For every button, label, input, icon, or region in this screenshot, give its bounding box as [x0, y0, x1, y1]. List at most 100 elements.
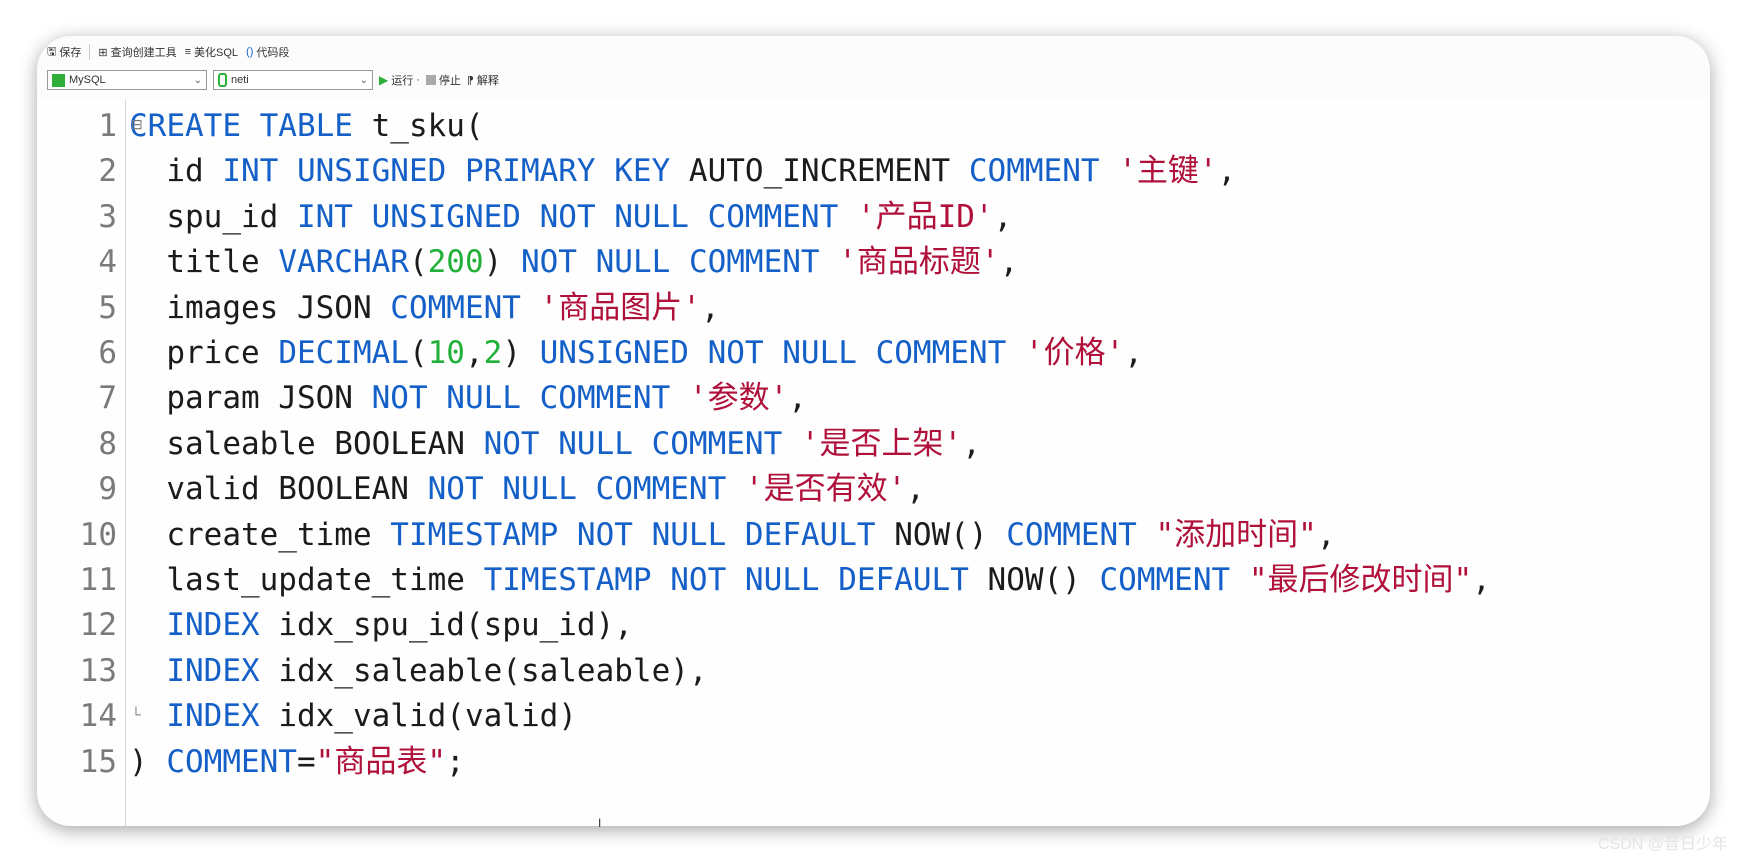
keyword-token: TIMESTAMP NOT NULL DEFAULT — [483, 562, 988, 598]
number-token: 10 — [427, 335, 465, 371]
line-number: 5 — [98, 289, 117, 326]
number-token: 2 — [483, 335, 503, 371]
code-line[interactable]: 14 INDEX idx_valid(valid) — [37, 694, 577, 739]
code-line[interactable]: 8 saleable BOOLEAN NOT NULL COMMENT '是否上… — [37, 422, 981, 467]
identifier-token: NOW() — [894, 516, 1007, 553]
identifier-token: title — [129, 244, 279, 281]
identifier-token: , — [1217, 153, 1237, 190]
save-icon: 🖫 — [47, 45, 57, 58]
string-token: '商品图片' — [539, 289, 701, 326]
run-label: 运行 — [391, 75, 414, 87]
identifier-token: , — [788, 380, 807, 417]
connection-select[interactable]: MySQL ⌄ — [47, 70, 207, 90]
string-token: '是否有效' — [744, 471, 907, 508]
line-number: 12 — [79, 607, 117, 644]
line-number: 6 — [98, 335, 117, 371]
save-label: 保存 — [59, 47, 82, 59]
line-number: 7 — [98, 380, 117, 417]
identifier-token — [129, 607, 166, 643]
code-line[interactable]: 15) COMMENT="商品表"; — [37, 740, 465, 785]
keyword-token: DECIMAL — [278, 335, 409, 371]
code-line[interactable]: 10 create_time TIMESTAMP NOT NULL DEFAUL… — [37, 513, 1336, 558]
code-line[interactable]: 12 INDEX idx_spu_id(spu_id), — [37, 603, 633, 648]
keyword-token: NOT NULL COMMENT — [520, 244, 839, 281]
line-number: 3 — [98, 198, 117, 235]
beautify-icon: ≡ — [184, 46, 192, 58]
query-builder-label: 查询创建工具 — [110, 47, 177, 59]
fold-toggle-icon[interactable]: ⊟ — [131, 116, 143, 133]
line-number: 2 — [98, 153, 117, 190]
code-line[interactable]: 5 images JSON COMMENT '商品图片', — [37, 286, 720, 331]
connection-value: MySQL — [69, 74, 106, 86]
identifier-token: idx_valid(valid) — [278, 698, 577, 735]
stop-button[interactable]: 停止 — [425, 72, 461, 88]
identifier-token: , — [700, 289, 720, 326]
line-number: 1 — [98, 108, 117, 144]
explain-button[interactable]: ⁋ 解释 — [467, 72, 499, 88]
identifier-token: ) — [502, 335, 540, 371]
keyword-token: INDEX — [166, 652, 279, 689]
stop-label: 停止 — [438, 75, 461, 87]
number-token: 200 — [427, 244, 484, 281]
identifier-token: NOW() — [987, 562, 1100, 598]
string-token: '商品标题' — [838, 244, 1000, 281]
divider — [89, 44, 91, 60]
keyword-token: NOT NULL COMMENT — [371, 380, 689, 417]
code-line[interactable]: 13 INDEX idx_saleable(saleable), — [37, 649, 708, 694]
string-token: '价格' — [1024, 335, 1125, 371]
string-token: '是否上架' — [800, 425, 963, 462]
keyword-token: COMMENT — [390, 289, 540, 326]
run-button[interactable]: ▶ 运行 · — [379, 72, 420, 88]
code-line[interactable]: 9 valid BOOLEAN NOT NULL COMMENT '是否有效', — [37, 467, 925, 512]
identifier-token: , — [1316, 516, 1336, 553]
identifier-token: , — [906, 471, 925, 508]
play-icon: ▶ — [379, 73, 389, 87]
line-number: 11 — [79, 562, 117, 598]
identifier-token: , — [1472, 562, 1491, 598]
query-builder-icon: ⊞ — [98, 46, 108, 59]
chevron-down-icon: ⌄ — [359, 74, 368, 86]
line-number: 9 — [98, 471, 117, 508]
code-line[interactable]: 3 spu_id INT UNSIGNED NOT NULL COMMENT '… — [37, 195, 1012, 240]
code-line[interactable]: 4 title VARCHAR(200) NOT NULL COMMENT '商… — [37, 240, 1018, 285]
identifier-token: = — [296, 743, 316, 780]
database-select[interactable]: neti ⌄ — [213, 70, 373, 90]
save-button[interactable]: 🖫 保存 — [47, 43, 81, 62]
fold-end-icon: └ — [131, 706, 141, 723]
line-number: 8 — [98, 425, 117, 462]
string-token: '主键' — [1118, 153, 1218, 190]
identifier-token: , — [1124, 335, 1143, 371]
identifier-token: , — [993, 198, 1013, 235]
code-editor[interactable]: 1 CREATE TABLE t_sku(⊟ 2 id INT UNSIGNED P… — [37, 100, 1710, 826]
stop-icon — [425, 75, 436, 85]
query-builder-button[interactable]: ⊞ 查询创建工具 — [98, 44, 176, 60]
explain-label: 解释 — [476, 75, 499, 87]
keyword-token: COMMENT — [1006, 516, 1156, 553]
toolbar-connection: MySQL ⌄ neti ⌄ ▶ 运行 · 停止 ⁋ 解释 — [47, 68, 499, 92]
code-line[interactable]: 6 price DECIMAL(10,2) UNSIGNED NOT NULL … — [37, 331, 1143, 376]
beautify-sql-button[interactable]: ≡ 美化SQL — [185, 44, 238, 60]
code-line[interactable]: 11 last_update_time TIMESTAMP NOT NULL D… — [37, 558, 1491, 603]
snippet-button[interactable]: () 代码段 — [246, 44, 289, 60]
mysql-icon — [52, 73, 65, 87]
code-line[interactable]: 7 param JSON NOT NULL COMMENT '参数', — [37, 376, 807, 421]
identifier-token: ; — [445, 743, 465, 780]
line-number: 10 — [79, 516, 117, 553]
dropdown-dot-icon[interactable]: · — [416, 74, 420, 86]
database-icon — [218, 73, 227, 87]
identifier-token: ( — [408, 335, 428, 371]
keyword-token: TIMESTAMP NOT NULL DEFAULT — [390, 516, 895, 553]
sql-editor-window: 🖫 保存 ⊞ 查询创建工具 ≡ 美化SQL () 代码段 MySQL ⌄ neti ⌄ ▶ 运… — [37, 36, 1710, 826]
string-token: "最后修改时间" — [1248, 562, 1473, 598]
beautify-label: 美化SQL — [194, 47, 239, 59]
code-line[interactable]: 1 CREATE TABLE t_sku( — [37, 104, 484, 149]
string-token: '产品ID' — [856, 198, 994, 235]
identifier-token: valid BOOLEAN — [129, 471, 428, 508]
keyword-token: INDEX — [166, 698, 279, 735]
identifier-token: param JSON — [129, 380, 372, 417]
line-number: 4 — [98, 244, 117, 281]
keyword-token: INT UNSIGNED NOT NULL COMMENT — [296, 198, 857, 235]
identifier-token: t_sku( — [371, 108, 484, 144]
code-line[interactable]: 2 id INT UNSIGNED PRIMARY KEY AUTO_INCRE… — [37, 149, 1236, 194]
identifier-token: last_update_time — [129, 562, 484, 598]
